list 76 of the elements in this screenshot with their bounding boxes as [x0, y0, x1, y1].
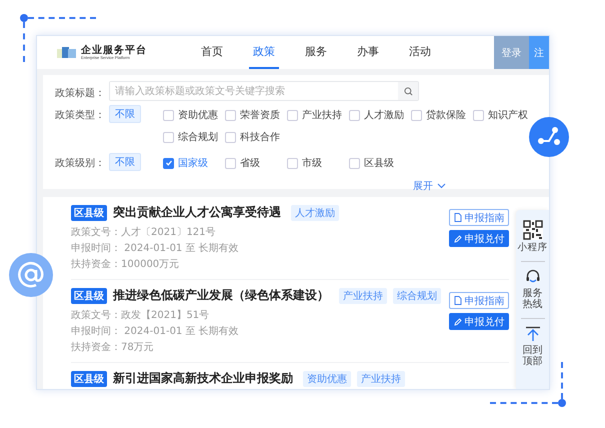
policy-detail: 政策文号：政发【2021】51号 — [71, 308, 210, 323]
toolbar-label[interactable]: 服务热线 — [522, 288, 544, 311]
expand-link[interactable]: 展开 — [413, 179, 446, 193]
headset-icon[interactable] — [524, 268, 540, 285]
option-label: 市级 — [302, 156, 322, 170]
dotted-line — [561, 362, 563, 399]
checkbox[interactable] — [225, 110, 236, 120]
share-icon[interactable] — [529, 117, 569, 157]
document-icon — [454, 213, 462, 222]
policy-detail: 扶持资金：78万元 — [71, 340, 155, 355]
toolbar-label[interactable]: 回到顶部 — [522, 344, 544, 368]
nav-tab[interactable]: 办事 — [353, 36, 383, 69]
option-label: 省级 — [240, 156, 260, 170]
option-label: 区县级 — [364, 157, 394, 170]
brand-name: 企业服务平台 — [81, 44, 147, 56]
toolbar-label[interactable]: 小程序 — [518, 243, 548, 254]
dot-marker — [20, 14, 28, 22]
back-to-top-icon[interactable] — [524, 326, 540, 342]
checkbox[interactable] — [163, 158, 174, 168]
policy-detail: 申报时间： 2024-01-01 至 长期有效 — [71, 242, 240, 256]
apply-button[interactable]: 申报兑付 — [449, 230, 509, 247]
checkbox[interactable] — [349, 158, 360, 168]
checkbox[interactable] — [225, 132, 236, 142]
qr-code-icon[interactable] — [522, 220, 542, 240]
option-label: 荣誉资质 — [240, 108, 280, 122]
search-field[interactable]: 请输入政策标题或政策文号关键字搜索 — [109, 81, 419, 101]
policy-title[interactable]: 突出贡献企业人才公寓享受待遇 — [113, 204, 281, 221]
policy-tag: 产业扶持 — [357, 370, 405, 386]
apply-button[interactable]: 申报兑付 — [449, 313, 509, 330]
nav-tab[interactable]: 首页 — [197, 36, 227, 69]
option-label: 综合规划 — [178, 130, 218, 144]
policy-tag: 综合规划 — [393, 288, 441, 304]
dot-marker — [558, 399, 566, 407]
checkbox[interactable] — [287, 110, 298, 120]
policy-title[interactable]: 推进绿色低碳产业发展（绿色体系建设） — [113, 287, 329, 304]
option-label: 人才激励 — [364, 108, 404, 122]
checkbox[interactable] — [411, 110, 422, 120]
logo-icon — [57, 46, 77, 58]
policy-tag: 人才激励 — [291, 204, 339, 220]
dotted-line — [23, 22, 25, 62]
chevron-down-icon — [437, 183, 446, 189]
checkbox[interactable] — [163, 132, 174, 142]
nav-tab[interactable]: 政策 — [249, 36, 279, 69]
option-label: 科技合作 — [240, 130, 280, 144]
filter-label: 政策类型： — [54, 108, 105, 122]
option-label: 国家级 — [178, 156, 208, 170]
document-icon — [454, 296, 462, 305]
checkbox[interactable] — [163, 110, 174, 120]
option-label: 产业扶持 — [302, 108, 342, 122]
nav-tab[interactable]: 活动 — [405, 36, 435, 69]
search-icon[interactable] — [404, 86, 412, 96]
pencil-icon — [454, 318, 462, 326]
dotted-line — [490, 402, 558, 404]
filter-label: 政策级别： — [54, 157, 105, 170]
filter-label: 政策标题： — [54, 86, 105, 100]
option-label: 资助优惠 — [178, 108, 218, 122]
checkbox[interactable] — [225, 158, 236, 168]
pencil-icon — [454, 234, 462, 242]
policy-detail: 扶持资金：100000万元 — [71, 258, 180, 272]
policy-tag: 资助优惠 — [303, 370, 351, 386]
nav-tab[interactable]: 服务 — [301, 36, 331, 69]
guide-button[interactable]: 申报指南 — [449, 209, 509, 226]
checkbox[interactable] — [473, 110, 484, 120]
checkbox[interactable] — [287, 158, 298, 168]
policy-detail: 政策文号：人才〔2021〕121号 — [71, 226, 217, 240]
guide-button[interactable]: 申报指南 — [449, 292, 509, 309]
level-badge: 区县级 — [71, 370, 107, 386]
option-label: 贷款保险 — [426, 108, 466, 122]
dotted-line — [28, 17, 96, 19]
policy-detail: 申报时间： 2024-01-01 至 长期有效 — [71, 324, 240, 339]
option-label: 知识产权 — [488, 108, 528, 122]
policy-tag: 产业扶持 — [339, 288, 387, 304]
policy-title[interactable]: 新引进国家高新技术企业申报奖励 — [113, 370, 293, 387]
checkbox[interactable] — [349, 110, 360, 120]
level-badge: 区县级 — [71, 288, 107, 304]
level-badge: 区县级 — [71, 204, 107, 220]
